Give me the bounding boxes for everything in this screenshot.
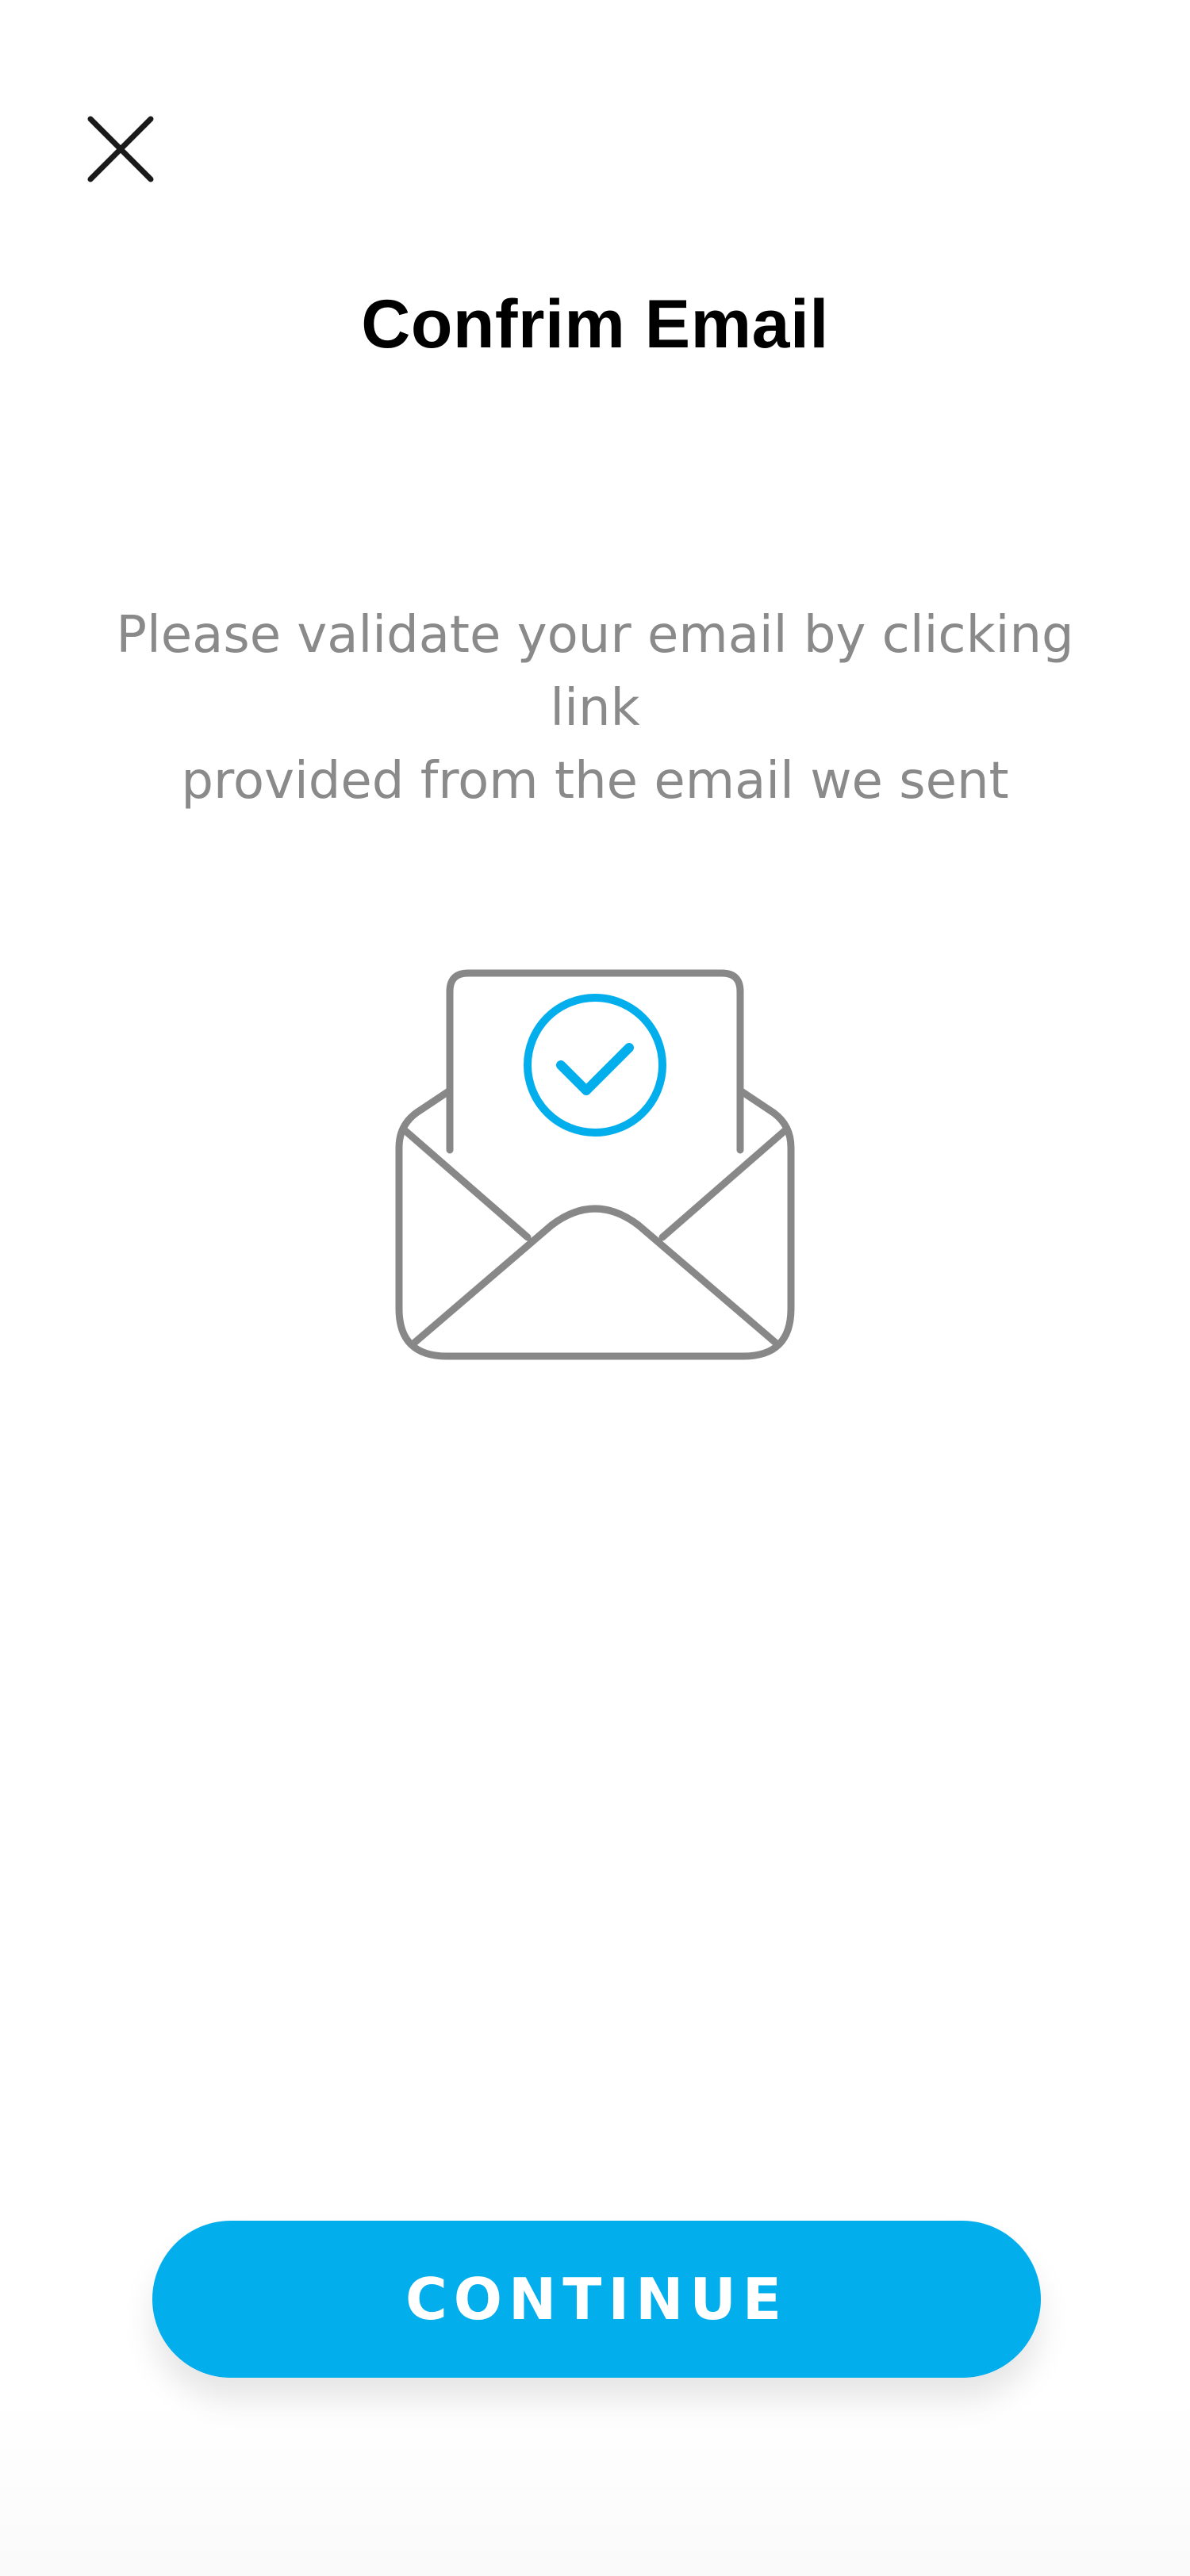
page-title: Confrim Email <box>361 286 829 362</box>
instruction-line-2: provided from the email we sent <box>181 752 1009 811</box>
instruction-message: Please validate your email by clicking l… <box>79 599 1111 818</box>
instruction-line-1: Please validate your email by clicking l… <box>116 606 1074 738</box>
continue-button[interactable]: CONTINUE <box>152 2221 1041 2378</box>
confirm-email-screen: Confrim Email Please validate your email… <box>0 0 1190 2576</box>
close-button[interactable] <box>73 103 168 198</box>
open-envelope-check-icon <box>393 964 797 1368</box>
close-icon <box>87 116 154 186</box>
bottom-shade <box>0 2394 1190 2576</box>
continue-button-label: CONTINUE <box>405 2266 789 2333</box>
